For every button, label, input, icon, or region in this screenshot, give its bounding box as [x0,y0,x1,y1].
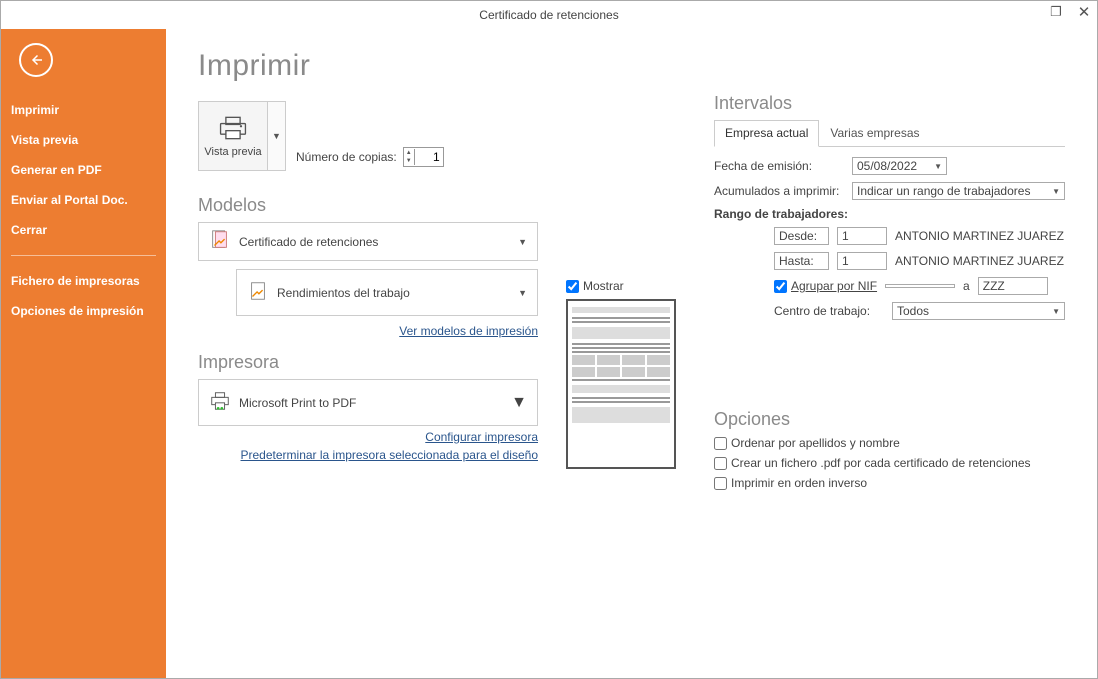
opcion-fichero[interactable]: Crear un fichero .pdf por cada certifica… [714,456,1065,470]
sidebar-item-generar-pdf[interactable]: Generar en PDF [1,155,166,185]
impresora-name: Microsoft Print to PDF [239,396,356,410]
sidebar-item-opciones[interactable]: Opciones de impresión [1,296,166,326]
window-title: Certificado de retenciones [479,8,618,22]
modelo-rendimientos[interactable]: Rendimientos del trabajo ▼ [236,269,538,316]
modelo-certificado[interactable]: Certificado de retenciones ▼ [198,222,538,261]
centro-value: Todos [897,304,929,318]
hasta-name: ANTONIO MARTINEZ JUAREZ [895,254,1064,268]
desde-name: ANTONIO MARTINEZ JUAREZ [895,229,1064,243]
impresora-select[interactable]: Microsoft Print to PDF ▼ [198,379,538,426]
sidebar-item-cerrar[interactable]: Cerrar [1,215,166,245]
window: Certificado de retenciones ❐ ✕ Imprimir … [0,0,1098,679]
sidebar-item-vista-previa[interactable]: Vista previa [1,125,166,155]
main-content: Imprimir Vista previa ▼ [166,29,1097,678]
hasta-input[interactable]: 1 [837,252,887,270]
nif-from-input[interactable] [885,284,955,288]
chevron-down-icon: ▼ [511,394,527,412]
sidebar-separator [11,255,156,256]
document-icon [247,280,269,305]
link-predeterminar[interactable]: Predeterminar la impresora seleccionada … [198,448,538,462]
printer-icon [209,390,231,415]
fecha-input[interactable]: 05/08/2022 ▼ [852,157,947,175]
chevron-down-icon: ▼ [518,237,527,247]
check-ordenar[interactable] [714,437,727,450]
tab-varias-empresas[interactable]: Varias empresas [819,120,930,146]
modelo2-label: Rendimientos del trabajo [277,286,410,300]
preview-thumbnail[interactable] [566,299,676,469]
agrupar-nif-check[interactable]: Agrupar por NIF [774,279,877,293]
rango-heading: Rango de trabajadores: [714,207,1065,221]
opciones-heading: Opciones [714,409,1065,430]
centro-label: Centro de trabajo: [774,304,884,318]
impresora-heading: Impresora [198,352,538,373]
copies-input[interactable] [415,150,443,164]
vista-previa-button[interactable]: Vista previa [198,101,268,171]
chevron-down-icon: ▼ [1052,187,1060,196]
close-icon[interactable]: ✕ [1075,3,1093,21]
acum-select[interactable]: Indicar un rango de trabajadores ▼ [852,182,1065,200]
link-ver-modelos[interactable]: Ver modelos de impresión [198,324,538,338]
a-separator: a [963,279,970,293]
acum-label: Acumulados a imprimir: [714,184,844,198]
page-title: Imprimir [198,49,538,83]
modelos-heading: Modelos [198,195,538,216]
opcion1-label: Ordenar por apellidos y nombre [731,436,900,450]
mostrar-label: Mostrar [583,279,624,293]
tab-empresa-actual[interactable]: Empresa actual [714,120,819,147]
opcion-ordenar[interactable]: Ordenar por apellidos y nombre [714,436,1065,450]
maximize-icon[interactable]: ❐ [1047,3,1065,21]
body: Imprimir Vista previa Generar en PDF Env… [1,29,1097,678]
fecha-value: 05/08/2022 [857,159,917,173]
mostrar-checkbox[interactable] [566,280,579,293]
sidebar: Imprimir Vista previa Generar en PDF Env… [1,29,166,678]
left-column: Imprimir Vista previa ▼ [198,49,538,658]
chevron-down-icon: ▼ [934,162,942,171]
centro-select[interactable]: Todos ▼ [892,302,1065,320]
sidebar-item-enviar-portal[interactable]: Enviar al Portal Doc. [1,185,166,215]
copies-row: Número de copias: ▲ ▼ [296,147,444,167]
link-configurar[interactable]: Configurar impresora [198,430,538,444]
document-icon [209,229,231,254]
mostrar-check[interactable]: Mostrar [566,279,686,293]
opcion3-label: Imprimir en orden inverso [731,476,867,490]
nif-to-input[interactable]: ZZZ [978,277,1048,295]
titlebar: Certificado de retenciones ❐ ✕ [1,1,1097,29]
spinner-down-icon[interactable]: ▼ [404,157,414,165]
agrupar-label: Agrupar por NIF [791,279,877,293]
desde-label-box: Desde: [774,227,829,245]
modelo1-label: Certificado de retenciones [239,235,378,249]
vista-previa-dropdown[interactable]: ▼ [268,101,286,171]
sidebar-item-imprimir[interactable]: Imprimir [1,95,166,125]
window-controls: ❐ ✕ [1047,3,1093,21]
hasta-label-box: Hasta: [774,252,829,270]
print-row: Vista previa ▼ Número de copias: ▲ ▼ [198,101,538,171]
chevron-down-icon: ▼ [518,288,527,298]
opcion-inverso[interactable]: Imprimir en orden inverso [714,476,1065,490]
arrow-left-icon [27,51,45,69]
intervalos-heading: Intervalos [714,93,1065,114]
chevron-down-icon: ▼ [1052,307,1060,316]
opcion2-label: Crear un fichero .pdf por cada certifica… [731,456,1031,470]
fecha-label: Fecha de emisión: [714,159,844,173]
desde-input[interactable]: 1 [837,227,887,245]
copies-label: Número de copias: [296,150,397,164]
right-column: Intervalos Empresa actual Varias empresa… [714,49,1065,658]
copies-spinner[interactable]: ▲ ▼ [403,147,444,167]
printer-icon [217,114,249,142]
agrupar-checkbox[interactable] [774,280,787,293]
tabs: Empresa actual Varias empresas [714,120,1065,147]
sidebar-item-fichero[interactable]: Fichero de impresoras [1,266,166,296]
vista-previa-label: Vista previa [204,146,261,158]
check-fichero[interactable] [714,457,727,470]
mid-column: Mostrar [566,49,686,658]
spinner-up-icon[interactable]: ▲ [404,149,414,157]
acum-value: Indicar un rango de trabajadores [857,184,1030,198]
back-button[interactable] [19,43,53,77]
check-inverso[interactable] [714,477,727,490]
